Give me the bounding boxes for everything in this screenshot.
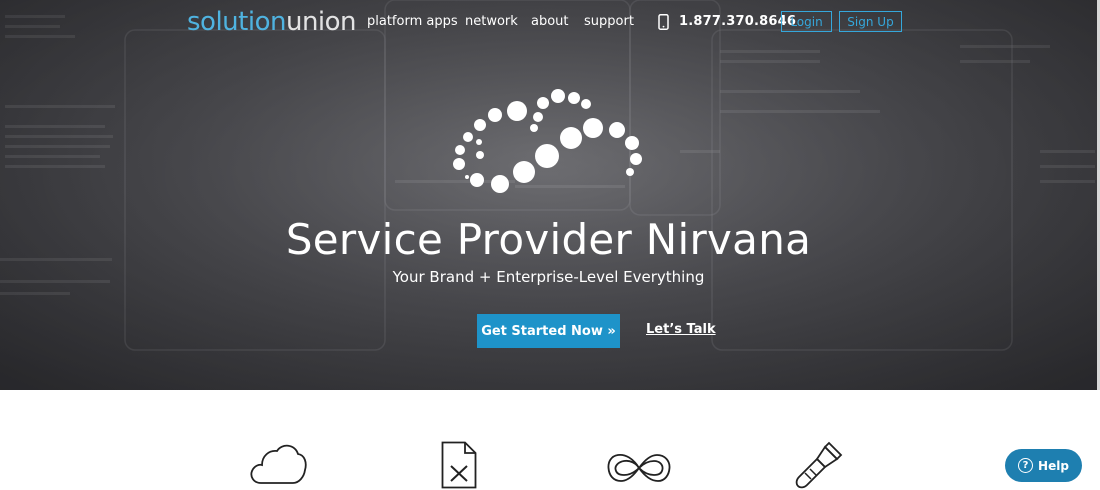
paintbrush-icon — [795, 441, 843, 489]
help-label: Help — [1038, 458, 1069, 473]
hero-subtitle: Your Brand + Enterprise-Level Everything — [392, 268, 705, 286]
hero-section: solutionunion platform apps network abou… — [0, 0, 1097, 390]
login-button[interactable]: Login — [781, 11, 832, 32]
cloud-icon — [250, 444, 307, 484]
nav-network[interactable]: network — [465, 14, 518, 29]
dot-swirl-logo-icon — [453, 89, 642, 193]
infinity-icon — [607, 453, 671, 482]
logo-solution: solution — [187, 7, 286, 37]
question-icon: ? — [1018, 458, 1034, 473]
help-button[interactable]: ? Help — [1005, 449, 1082, 482]
logo-union: union — [285, 7, 357, 37]
mobile-phone-icon — [658, 14, 669, 30]
nav-support[interactable]: support — [584, 14, 634, 29]
phone-number[interactable]: 1.877.370.8646 — [679, 14, 796, 29]
document-x-icon — [441, 441, 477, 489]
logo[interactable]: solutionunion — [187, 7, 357, 37]
nav-about[interactable]: about — [531, 14, 569, 29]
nav-platform-apps[interactable]: platform apps — [367, 14, 458, 29]
signup-button[interactable]: Sign Up — [839, 11, 902, 32]
get-started-button[interactable]: Get Started Now » — [477, 314, 620, 348]
lets-talk-link[interactable]: Let’s Talk — [646, 322, 716, 337]
hero-title: Service Provider Nirvana — [285, 215, 812, 264]
